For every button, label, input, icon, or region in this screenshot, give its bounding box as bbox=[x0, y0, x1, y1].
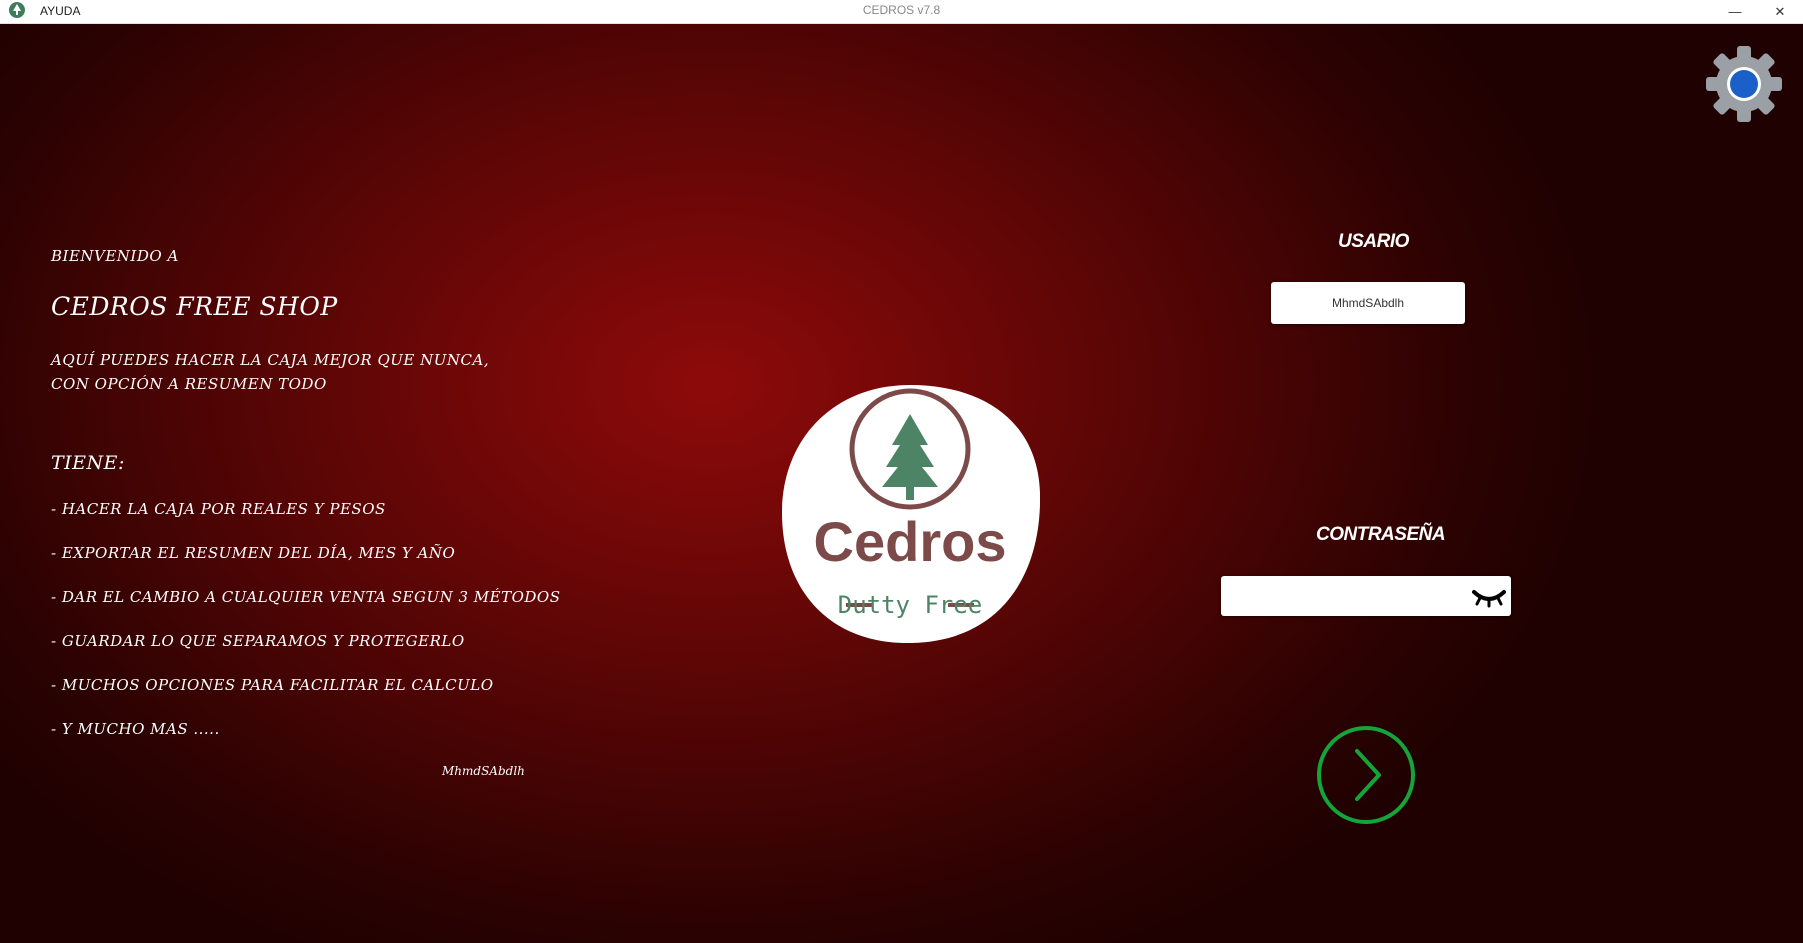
login-submit-button[interactable] bbox=[1315, 724, 1417, 826]
feature-item: - GUARDAR LO QUE SEPARAMOS Y PROTEGERLO bbox=[51, 632, 465, 650]
feature-item: - EXPORTAR EL RESUMEN DEL DÍA, MES Y AÑO bbox=[51, 544, 456, 562]
minimize-button[interactable]: — bbox=[1712, 0, 1758, 23]
feature-item: - MUCHOS OPCIONES PARA FACILITAR EL CALC… bbox=[51, 676, 494, 694]
shop-name-heading: CEDROS FREE SHOP bbox=[51, 292, 338, 321]
greeting-text: BIENVENIDO A bbox=[51, 247, 179, 265]
author-signature: MhmdSAbdlh bbox=[442, 764, 525, 778]
cedros-logo: Cedros Dutty Free bbox=[780, 383, 1041, 645]
intro-line-1: AQUÍ PUEDES HACER LA CAJA MEJOR QUE NUNC… bbox=[51, 351, 490, 369]
password-input[interactable] bbox=[1227, 576, 1471, 618]
intro-line-2: CON OPCIÓN A RESUMEN TODO bbox=[51, 375, 327, 393]
gear-icon bbox=[1706, 46, 1782, 122]
main-panel: BIENVENIDO A CEDROS FREE SHOP AQUÍ PUEDE… bbox=[0, 24, 1803, 943]
user-input[interactable] bbox=[1271, 282, 1465, 324]
closed-eye-icon bbox=[1472, 590, 1506, 608]
user-label: USARIO bbox=[1338, 231, 1409, 252]
settings-button[interactable] bbox=[1705, 45, 1783, 123]
features-title: TIENE: bbox=[51, 452, 125, 474]
chevron-right-circle-icon bbox=[1317, 726, 1415, 824]
close-button[interactable]: ✕ bbox=[1757, 0, 1803, 23]
feature-item: - DAR EL CAMBIO A CUALQUIER VENTA SEGUN … bbox=[51, 588, 561, 606]
title-bar: AYUDA CEDROS v7.8 — ✕ bbox=[0, 0, 1803, 24]
toggle-password-visibility[interactable] bbox=[1471, 584, 1507, 608]
feature-item: - Y MUCHO MAS ..... bbox=[51, 720, 220, 738]
password-field bbox=[1221, 576, 1511, 618]
logo-name: Cedros bbox=[814, 510, 1007, 573]
password-label: CONTRASEÑA bbox=[1316, 524, 1446, 545]
feature-item: - HACER LA CAJA POR REALES Y PESOS bbox=[51, 500, 386, 518]
logo-tagline: Dutty Free bbox=[838, 591, 983, 619]
window-title: CEDROS v7.8 bbox=[862, 3, 941, 17]
